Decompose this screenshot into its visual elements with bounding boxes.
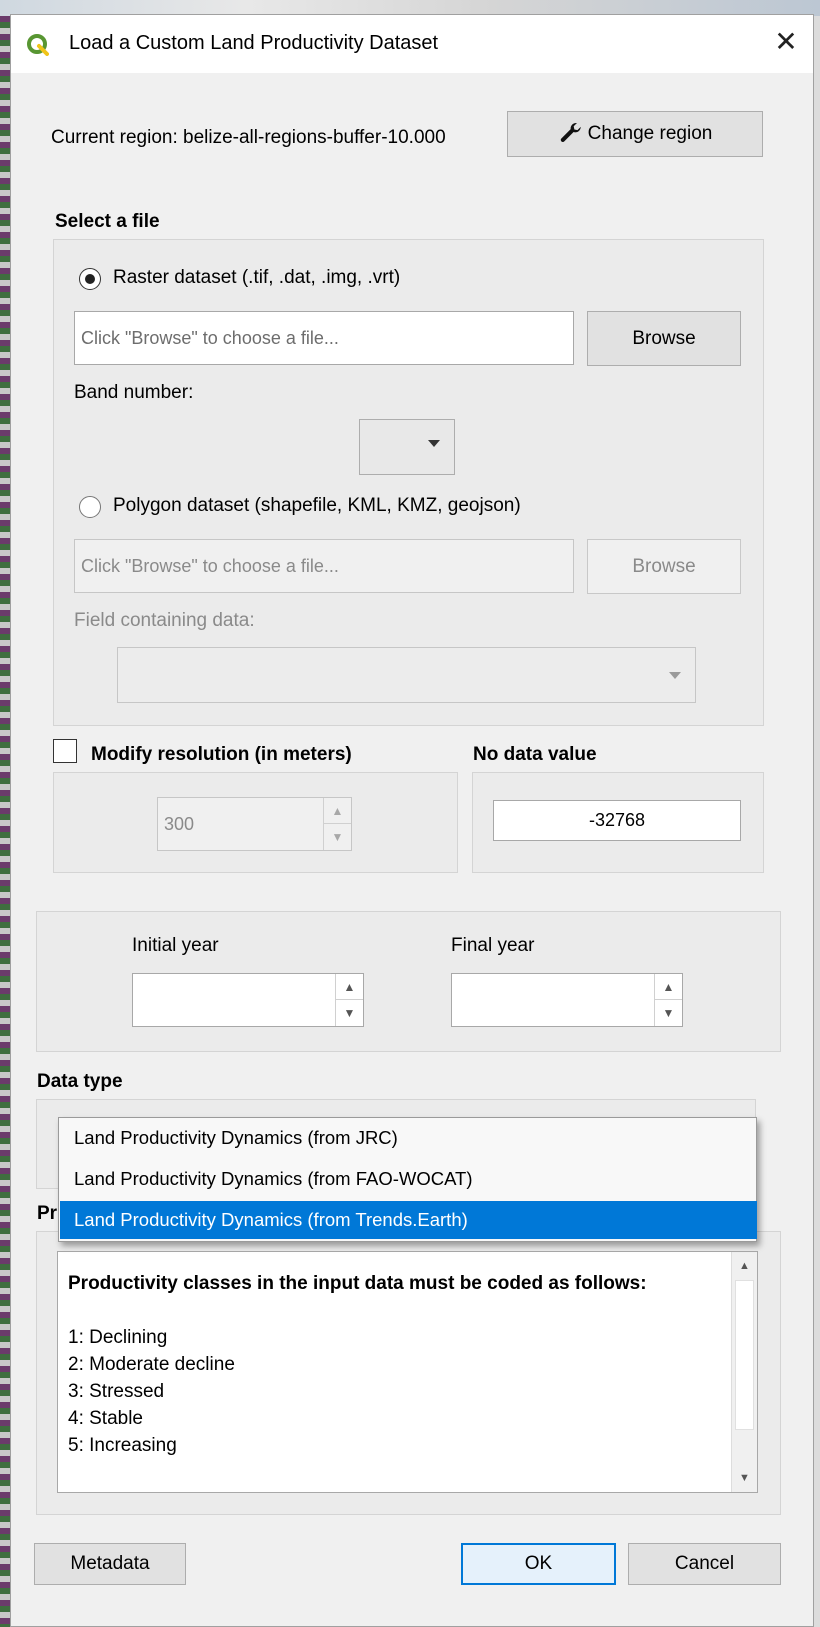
polygon-dataset-radio[interactable]: [79, 496, 101, 518]
productivity-class-item: 3: Stressed: [68, 1381, 165, 1402]
background-window-edge: [0, 16, 10, 1627]
data-type-dropdown-list: Land Productivity Dynamics (from JRC) La…: [58, 1117, 757, 1242]
polygon-file-input[interactable]: Click "Browse" to choose a file...: [74, 539, 574, 593]
initial-year-label: Initial year: [132, 935, 219, 956]
data-type-heading: Data type: [37, 1071, 123, 1092]
title-bar: Load a Custom Land Productivity Dataset …: [11, 15, 813, 73]
no-data-value-label: No data value: [473, 744, 597, 765]
polygon-file-placeholder: Click "Browse" to choose a file...: [81, 555, 339, 576]
current-region-label: Current region: belize-all-regions-buffe…: [51, 127, 446, 148]
band-number-label: Band number:: [74, 382, 194, 403]
change-region-button[interactable]: Change region: [507, 111, 763, 157]
wrench-icon: [560, 122, 581, 142]
chevron-down-icon: [669, 672, 681, 679]
initial-year-spin-buttons: ▲ ▼: [335, 974, 363, 1026]
select-file-heading: Select a file: [55, 211, 160, 232]
chevron-down-icon: [428, 440, 440, 447]
dialog-title: Load a Custom Land Productivity Dataset: [69, 32, 439, 54]
background-window-edge-right: [814, 16, 820, 1627]
scroll-down-icon[interactable]: ▼: [732, 1466, 757, 1490]
polygon-dataset-label[interactable]: Polygon dataset (shapefile, KML, KMZ, ge…: [113, 495, 521, 517]
raster-file-input[interactable]: Click "Browse" to choose a file...: [74, 311, 574, 365]
change-region-label: Change region: [587, 123, 713, 144]
initial-year-spinbox[interactable]: ▲ ▼: [132, 973, 364, 1027]
no-data-value: -32768: [588, 810, 646, 830]
ok-button[interactable]: OK: [461, 1543, 616, 1585]
productivity-classes-heading: Productivity classes in the input data m…: [68, 1273, 647, 1294]
metadata-button[interactable]: Metadata: [34, 1543, 186, 1585]
resolution-value: 300: [164, 813, 195, 834]
final-year-spinbox[interactable]: ▲ ▼: [451, 973, 683, 1027]
productivity-heading: Pr: [37, 1203, 58, 1224]
close-icon[interactable]: ✕: [771, 27, 801, 57]
data-type-option-jrc[interactable]: Land Productivity Dynamics (from JRC): [60, 1119, 757, 1157]
field-containing-data-label: Field containing data:: [74, 610, 255, 631]
spin-up-icon[interactable]: ▲: [336, 974, 363, 1000]
band-number-select[interactable]: [359, 419, 455, 475]
spin-down-icon[interactable]: ▼: [324, 824, 351, 850]
raster-dataset-label[interactable]: Raster dataset (.tif, .dat, .img, .vrt): [113, 267, 400, 289]
modify-resolution-checkbox[interactable]: [53, 739, 77, 763]
spin-down-icon[interactable]: ▼: [336, 1000, 363, 1026]
spin-up-icon[interactable]: ▲: [324, 798, 351, 824]
field-select[interactable]: [117, 647, 696, 703]
data-type-option-fao-wocat[interactable]: Land Productivity Dynamics (from FAO-WOC…: [60, 1160, 757, 1198]
polygon-browse-button[interactable]: Browse: [587, 539, 741, 594]
final-year-label: Final year: [451, 935, 535, 956]
productivity-class-item: 1: Declining: [68, 1327, 168, 1348]
load-custom-productivity-dialog: Load a Custom Land Productivity Dataset …: [10, 14, 814, 1627]
resolution-spin-buttons: ▲ ▼: [323, 798, 351, 850]
raster-dataset-radio[interactable]: [79, 268, 101, 290]
final-year-spin-buttons: ▲ ▼: [654, 974, 682, 1026]
qgis-logo-icon: [27, 34, 49, 56]
productivity-class-item: 2: Moderate decline: [68, 1354, 235, 1375]
raster-browse-button[interactable]: Browse: [587, 311, 741, 366]
data-type-option-trends-earth[interactable]: Land Productivity Dynamics (from Trends.…: [60, 1201, 757, 1239]
productivity-class-item: 5: Increasing: [68, 1435, 177, 1456]
productivity-class-item: 4: Stable: [68, 1408, 143, 1429]
productivity-classes-textbox[interactable]: Productivity classes in the input data m…: [57, 1251, 758, 1493]
scroll-thumb[interactable]: [735, 1280, 754, 1430]
productivity-classes-text: Productivity classes in the input data m…: [68, 1270, 718, 1459]
resolution-spinbox[interactable]: 300 ▲ ▼: [157, 797, 352, 851]
raster-file-placeholder: Click "Browse" to choose a file...: [81, 327, 339, 348]
no-data-value-input[interactable]: -32768: [493, 800, 741, 841]
productivity-scrollbar[interactable]: ▲ ▼: [731, 1252, 757, 1492]
spin-down-icon[interactable]: ▼: [655, 1000, 682, 1026]
cancel-button[interactable]: Cancel: [628, 1543, 781, 1585]
spin-up-icon[interactable]: ▲: [655, 974, 682, 1000]
scroll-up-icon[interactable]: ▲: [732, 1254, 757, 1278]
modify-resolution-label[interactable]: Modify resolution (in meters): [91, 744, 352, 766]
